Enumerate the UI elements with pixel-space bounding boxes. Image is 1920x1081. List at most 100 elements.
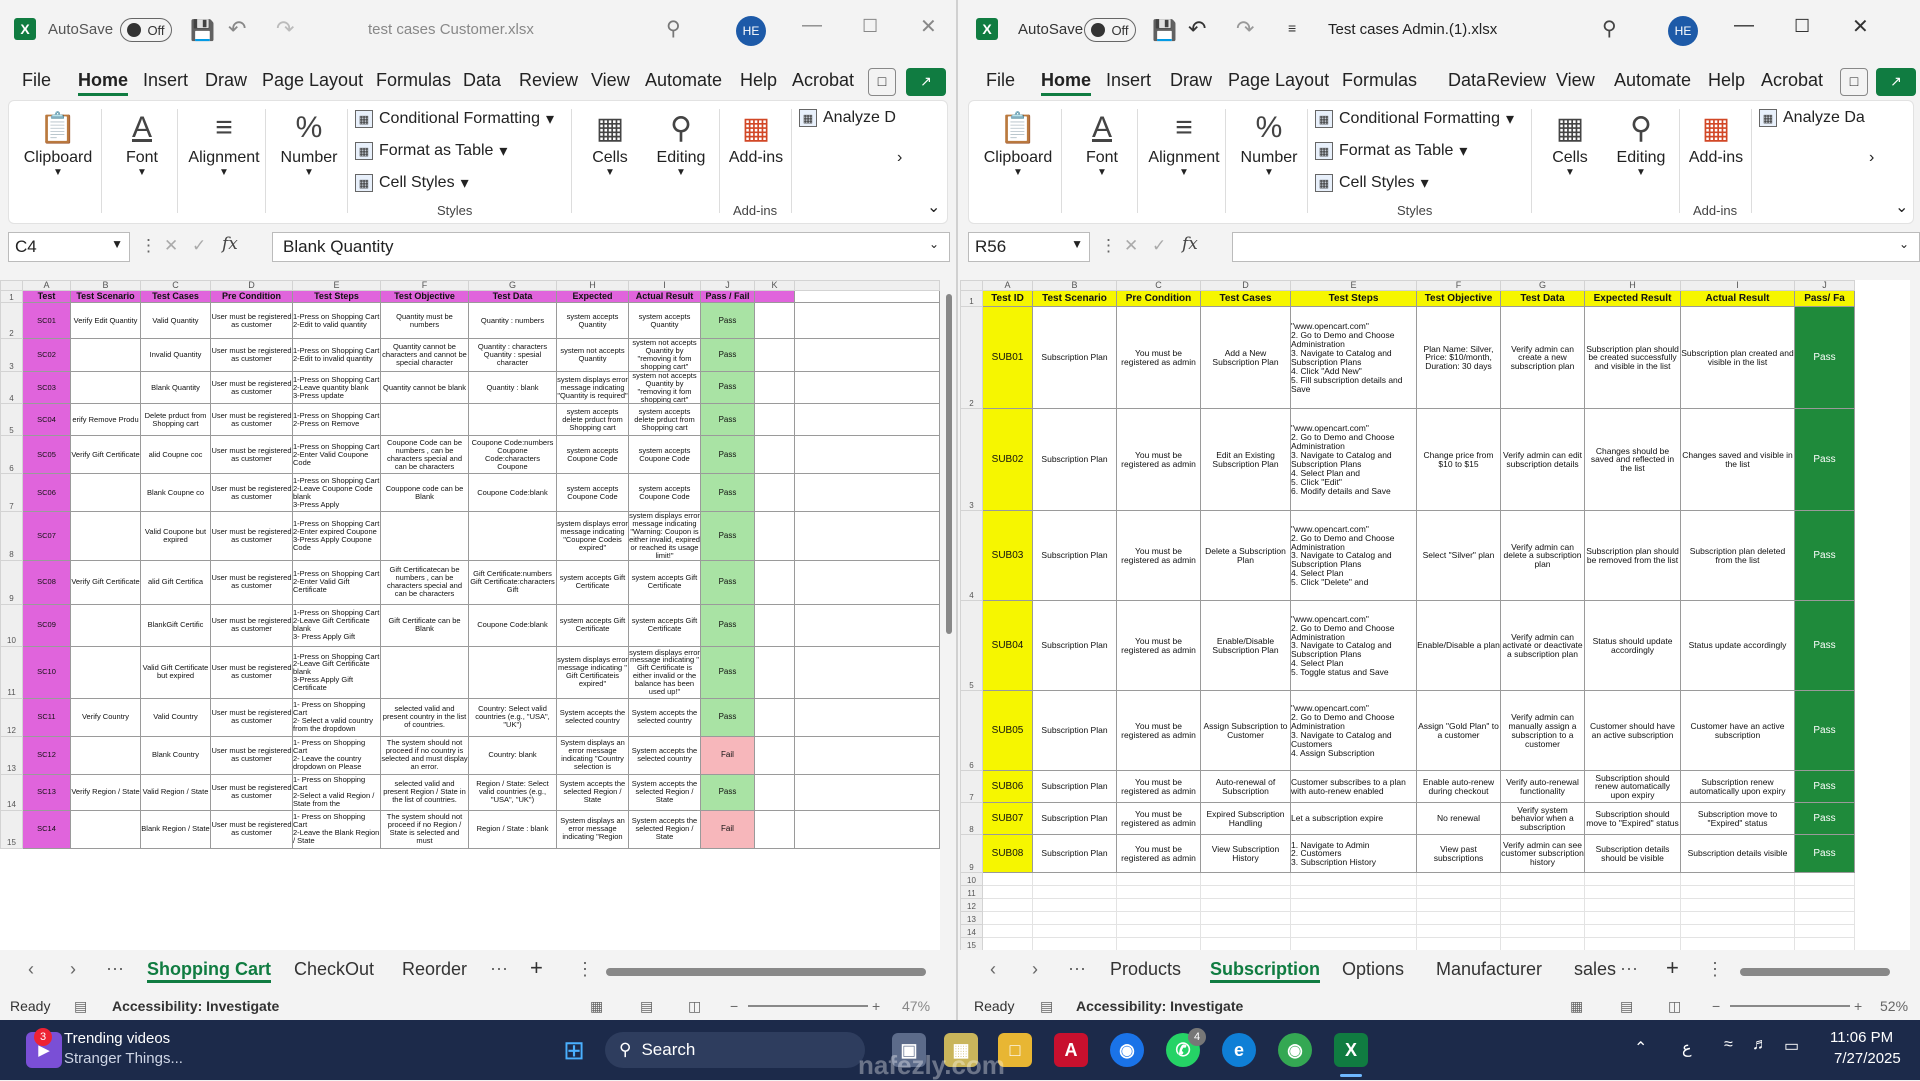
font-group[interactable]: A Font ▼ — [107, 101, 177, 225]
cell-case[interactable]: alid Gift Certifica — [140, 559, 211, 605]
cell-res[interactable]: Pass — [1794, 306, 1855, 410]
column-header[interactable]: D — [210, 280, 293, 292]
tab-manufacturer[interactable]: Manufacturer — [1436, 959, 1542, 980]
cell-act[interactable]: System accepts the selected country — [628, 735, 701, 775]
cell-obj[interactable]: Enable auto-renew during checkout — [1416, 770, 1501, 804]
cell-pre[interactable]: User must be registered as customer — [210, 697, 293, 737]
page-layout-icon[interactable]: ▤ — [640, 998, 653, 1015]
cell-obj[interactable] — [380, 511, 469, 561]
table-header-cell[interactable]: Test ID — [982, 290, 1033, 308]
search-icon[interactable]: ⚲ — [1602, 16, 1617, 41]
cell[interactable] — [1794, 885, 1855, 900]
cell-scenario[interactable]: Verify Gift Certificate — [70, 435, 141, 475]
cell-obj[interactable]: Assign "Gold Plan" to a customer — [1416, 690, 1501, 772]
cell-scenario[interactable] — [70, 473, 141, 513]
page-break-icon[interactable]: ◫ — [1668, 998, 1681, 1015]
accessibility-status[interactable]: Accessibility: Investigate — [112, 998, 279, 1014]
cell-data[interactable]: Verify system behavior when a subscripti… — [1500, 802, 1585, 836]
row-header[interactable]: 12 — [0, 697, 23, 737]
cell-res[interactable]: Pass — [1794, 510, 1855, 602]
cell[interactable] — [982, 898, 1033, 913]
close-icon[interactable]: ✕ — [920, 14, 937, 39]
cell-steps[interactable]: 1- Press on Shopping Cart 2-Leave the Bl… — [292, 809, 381, 849]
cell-case[interactable]: Valid Coupone but expired — [140, 511, 211, 561]
row-header[interactable]: 3 — [0, 338, 23, 372]
cell-act[interactable]: System accepts the selected Region / Sta… — [628, 773, 701, 811]
clipboard-group[interactable]: 📋 Clipboard ▼ — [975, 101, 1061, 225]
add-sheet-icon[interactable]: + — [530, 955, 543, 981]
cell[interactable] — [1200, 924, 1291, 939]
widget-title[interactable]: Trending videos — [64, 1030, 170, 1047]
table-header-cell[interactable]: Pre Condition — [1116, 290, 1201, 308]
cell[interactable] — [1500, 924, 1585, 939]
cell[interactable] — [1116, 937, 1201, 950]
name-box[interactable]: R56 ▼ — [968, 232, 1090, 262]
accessibility-status[interactable]: Accessibility: Investigate — [1076, 998, 1243, 1014]
cell-act[interactable]: Subscription move to "Expired" status — [1680, 802, 1795, 836]
file-name[interactable]: Test cases Admin.(1).xlsx — [1328, 21, 1497, 38]
cell-data[interactable]: Verify admin can delete a subscription p… — [1500, 510, 1585, 602]
tab-products[interactable]: Products — [1110, 959, 1181, 980]
cell-id[interactable]: SC03 — [22, 370, 71, 405]
maximize-icon[interactable]: ☐ — [1794, 16, 1810, 37]
clock-date[interactable]: 7/27/2025 — [1834, 1050, 1901, 1067]
cell-data[interactable]: Quantity : characters Quantity : spesial… — [468, 338, 557, 372]
cell-case[interactable]: Delete prduct from Shopping cart — [140, 403, 211, 437]
cell[interactable] — [794, 645, 940, 699]
cell[interactable] — [754, 511, 795, 561]
cell-exp[interactable]: Customer should have an active subscript… — [1584, 690, 1681, 772]
menu-file[interactable]: File — [986, 70, 1015, 91]
cell-data[interactable]: Coupone Code:blank — [468, 473, 557, 513]
cell-obj[interactable]: Change price from $10 to $15 — [1416, 408, 1501, 512]
cell[interactable] — [1500, 872, 1585, 887]
cell-steps[interactable]: 1-Press on Shopping Cart 2-Leave Coupone… — [292, 473, 381, 513]
cell-res[interactable]: Pass — [700, 697, 755, 737]
cell-res[interactable]: Pass — [700, 435, 755, 475]
cell-pre[interactable]: User must be registered as customer — [210, 435, 293, 475]
cell-obj[interactable] — [380, 645, 469, 699]
cell-res[interactable]: Pass — [700, 511, 755, 561]
corner-cell[interactable] — [0, 280, 23, 292]
cell-scenario[interactable] — [70, 338, 141, 372]
cell-scenario[interactable]: Subscription Plan — [1032, 770, 1117, 804]
zoom-slider[interactable] — [1730, 1005, 1850, 1007]
cell-pre[interactable]: User must be registered as customer — [210, 511, 293, 561]
conditional-formatting-button[interactable]: ▦ Conditional Formatting ▾ — [1315, 109, 1514, 129]
cell-pre[interactable]: You must be registered as admin — [1116, 802, 1201, 836]
cell-act[interactable]: system accepts Gift Certificate — [628, 559, 701, 605]
cell-data[interactable]: Country: blank — [468, 735, 557, 775]
save-icon[interactable]: 💾 — [190, 18, 215, 43]
avatar[interactable]: HE — [1668, 16, 1698, 46]
start-icon[interactable]: ⊞ — [556, 1032, 592, 1068]
cell[interactable] — [754, 338, 795, 372]
cell-exp[interactable]: Subscription plan should be created succ… — [1584, 306, 1681, 410]
cell-obj[interactable]: Enable/Disable a plan — [1416, 600, 1501, 692]
column-header[interactable]: F — [380, 280, 469, 292]
cell-exp[interactable]: system accepts Quantity — [556, 302, 629, 340]
cell-id[interactable]: SC07 — [22, 511, 71, 561]
tab-options-icon[interactable]: ⋮ — [1706, 959, 1724, 980]
wifi-icon[interactable]: ≈ — [1724, 1036, 1733, 1054]
row-header[interactable]: 8 — [0, 511, 23, 561]
cell-act[interactable]: system displays error message indicating… — [628, 511, 701, 561]
cell-pre[interactable]: User must be registered as customer — [210, 473, 293, 513]
cell-pre[interactable]: You must be registered as admin — [1116, 510, 1201, 602]
number-group[interactable]: % Number ▼ — [1231, 101, 1307, 225]
cell-act[interactable]: Subscription plan deleted from the list — [1680, 510, 1795, 602]
cell-pre[interactable]: User must be registered as customer — [210, 370, 293, 405]
cell-obj[interactable]: selected valid and present Region / Stat… — [380, 773, 469, 811]
next-sheet-icon[interactable]: › — [1032, 959, 1038, 980]
cell-id[interactable]: SUB08 — [982, 834, 1033, 874]
cell-obj[interactable]: Plan Name: Silver, Price: $10/month, Dur… — [1416, 306, 1501, 410]
more-tabs-icon[interactable]: ⋯ — [490, 959, 508, 980]
menu-data[interactable]: Data — [1448, 70, 1486, 91]
row-header[interactable]: 2 — [0, 302, 23, 340]
cell-act[interactable]: system not accepts Quantity by "removing… — [628, 370, 701, 405]
cell[interactable] — [754, 773, 795, 811]
table-header-cell[interactable]: Pre Condition — [210, 290, 293, 304]
name-box[interactable]: C4 ▼ — [8, 232, 130, 262]
cell-data[interactable]: Verify admin can see customer subscripti… — [1500, 834, 1585, 874]
cell-exp[interactable]: Subscription plan should be removed from… — [1584, 510, 1681, 602]
cell-steps[interactable]: "www.opencart.com" 2. Go to Demo and Cho… — [1290, 306, 1417, 410]
row-header[interactable]: 9 — [0, 559, 23, 605]
